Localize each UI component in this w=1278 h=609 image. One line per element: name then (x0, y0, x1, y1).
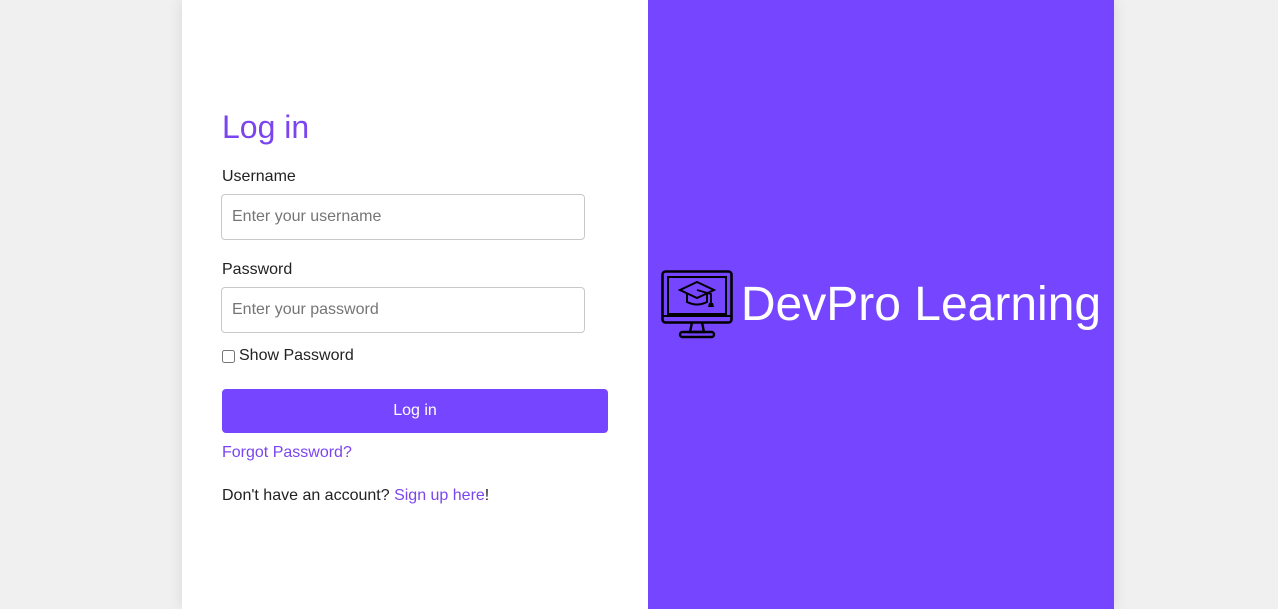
page: Log in Username Password Show Password L… (0, 0, 1278, 609)
brand-pane: DevPro Learning (648, 0, 1114, 609)
login-pane: Log in Username Password Show Password L… (182, 0, 648, 609)
show-password-checkbox[interactable] (222, 349, 235, 363)
brand-logo: DevPro Learning (661, 269, 1102, 340)
signup-link[interactable]: Sign up here (394, 487, 485, 504)
password-label: Password (222, 261, 293, 278)
password-input[interactable] (221, 287, 585, 333)
signup-prompt-text: Don't have an account? (222, 487, 395, 504)
forgot-password-link[interactable]: Forgot Password? (222, 444, 352, 462)
username-label: Username (222, 168, 296, 185)
username-input[interactable] (221, 194, 585, 240)
signup-suffix: ! (484, 487, 490, 504)
show-password-label: Show Password (239, 347, 354, 364)
login-card: Log in Username Password Show Password L… (182, 0, 1114, 609)
signup-prompt: Don't have an account? Sign up here! (222, 487, 622, 505)
login-form: Log in Username Password Show Password L… (221, 108, 622, 505)
monitor-graduation-cap-icon (661, 269, 733, 338)
login-button[interactable]: Log in (222, 389, 608, 433)
page-title: Log in (222, 109, 310, 145)
brand-name: DevPro Learning (740, 277, 1102, 331)
show-password-toggle[interactable]: Show Password (222, 347, 622, 365)
